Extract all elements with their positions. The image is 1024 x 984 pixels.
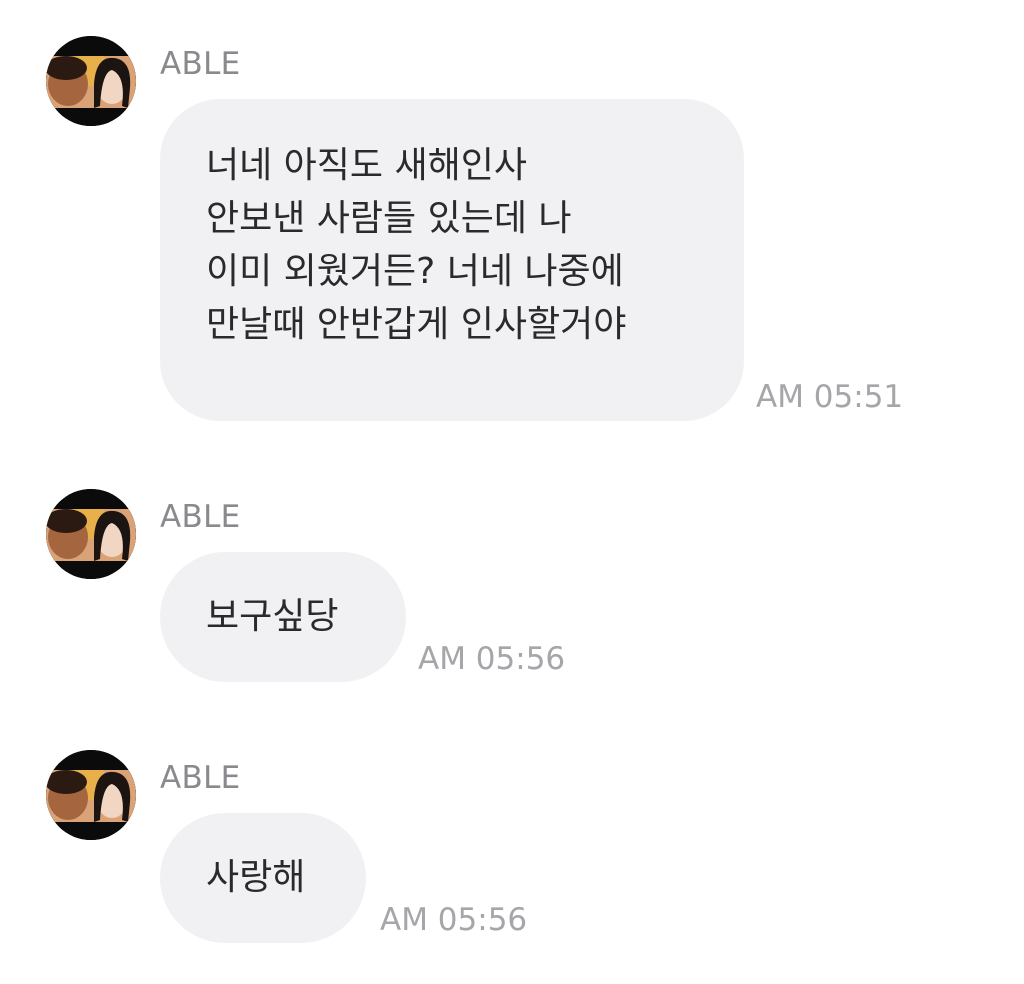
sender-name: ABLE: [160, 760, 241, 796]
profile-photo-icon[interactable]: [46, 750, 136, 840]
message-timestamp: AM 05:56: [380, 902, 528, 938]
message-line: 사랑해: [206, 857, 306, 898]
message-bubble[interactable]: 사랑해: [160, 813, 366, 943]
chat-message: ABLE 사랑해 AM 05:56: [0, 0, 1024, 984]
